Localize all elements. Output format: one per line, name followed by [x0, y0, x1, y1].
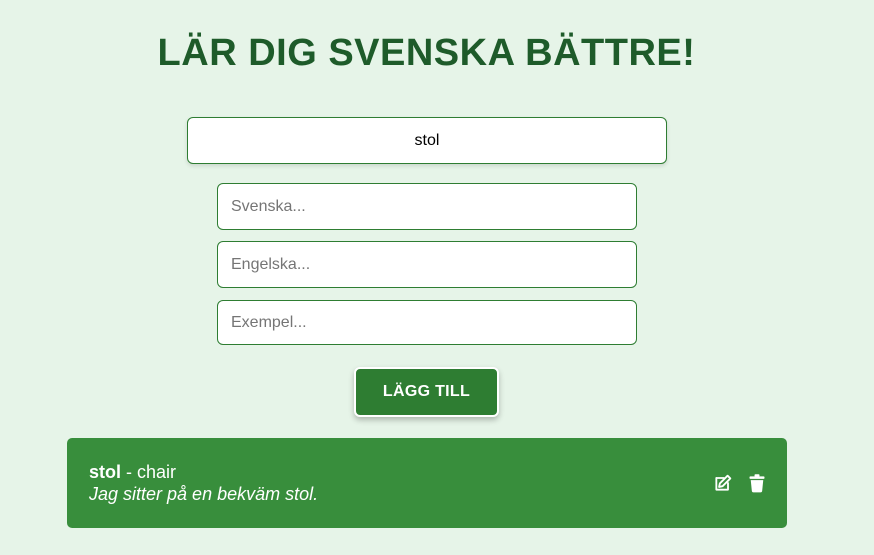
word-card: stol - chair Jag sitter på en bekväm sto…	[67, 438, 787, 528]
word-card-actions	[713, 472, 767, 494]
word-card-text: stol - chair Jag sitter på en bekväm sto…	[89, 461, 318, 505]
english-word: chair	[137, 462, 177, 482]
edit-icon[interactable]	[713, 472, 733, 494]
word-separator: -	[121, 462, 138, 482]
example-input[interactable]	[217, 300, 637, 345]
swedish-input[interactable]	[217, 183, 637, 230]
swedish-word: stol	[89, 462, 122, 482]
add-word-button[interactable]: LÄGG TILL	[354, 367, 499, 417]
example-sentence: Jag sitter på en bekväm stol.	[89, 484, 319, 504]
search-input[interactable]	[187, 117, 667, 164]
word-translation-line: stol - chair	[89, 461, 318, 483]
english-input[interactable]	[217, 241, 637, 288]
page-title: LÄR DIG SVENSKA BÄTTRE!	[157, 32, 696, 74]
trash-icon[interactable]	[747, 472, 767, 494]
